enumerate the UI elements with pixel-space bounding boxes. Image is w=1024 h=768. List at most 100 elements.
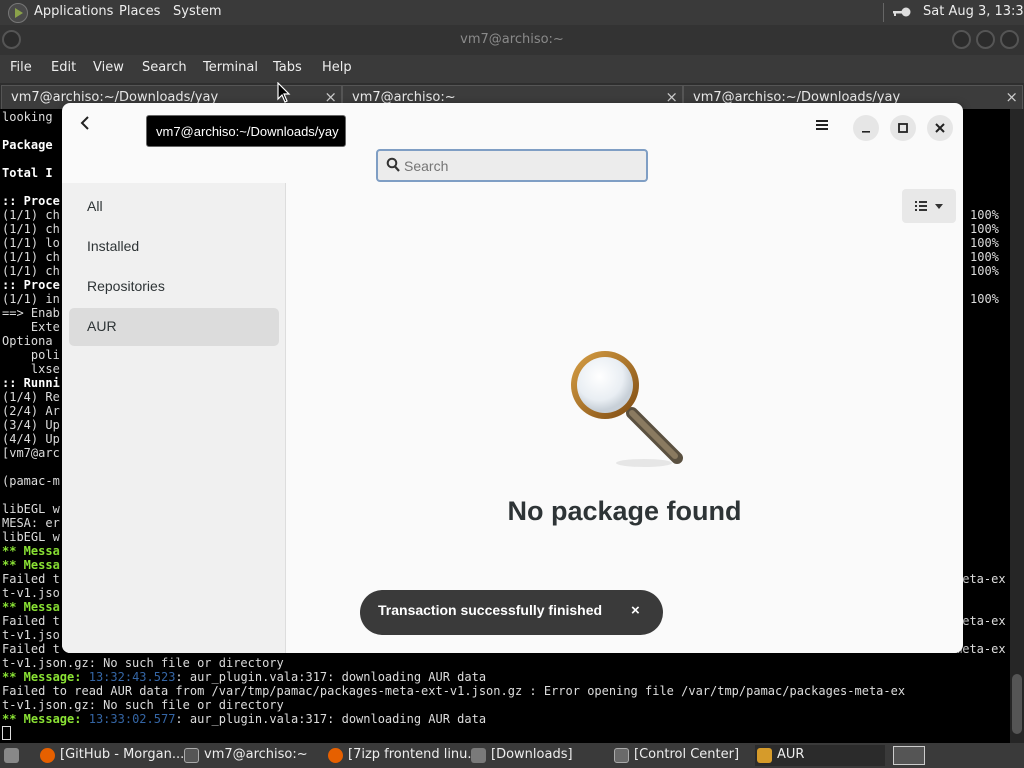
- terminal-line: (1/1) ch: [2, 222, 60, 236]
- menu-help[interactable]: Help: [322, 60, 352, 75]
- terminal-line: (1/1) ch: [2, 208, 60, 222]
- terminal-line: :: Runni: [2, 376, 60, 390]
- show-desktop-button[interactable]: [2, 745, 24, 766]
- terminal-line: libEGL w: [2, 530, 60, 544]
- sidebar-item-repositories[interactable]: Repositories: [69, 268, 279, 306]
- maximize-button[interactable]: [976, 30, 995, 49]
- menu-system[interactable]: System: [173, 4, 221, 19]
- menu-search[interactable]: Search: [142, 60, 187, 75]
- terminal-line: (1/1) ch: [2, 250, 60, 264]
- close-tab-icon[interactable]: ×: [1005, 88, 1018, 106]
- back-button[interactable]: [77, 113, 93, 133]
- terminal-line: ** Messa: [2, 544, 60, 558]
- taskbar-item[interactable]: [Control Center]: [612, 745, 750, 766]
- clock[interactable]: Sat Aug 3, 13:33: [923, 4, 1024, 19]
- terminal-titlebar[interactable]: vm7@archiso:~: [0, 25, 1024, 55]
- mouse-pointer-icon: [277, 81, 291, 108]
- terminal-line: ** Messa: [2, 600, 60, 614]
- window-title: vm7@archiso:~: [460, 32, 564, 47]
- close-button[interactable]: [1000, 30, 1019, 49]
- taskbar-item[interactable]: [GitHub - Morgan...: [38, 745, 184, 766]
- folder-icon: [471, 748, 486, 763]
- taskbar-item[interactable]: [Downloads]: [469, 745, 607, 766]
- terminal-line: [vm7@arc: [2, 446, 60, 460]
- progress-percent: 100%: [970, 236, 999, 250]
- terminal-line: ==> Enab: [2, 306, 60, 320]
- terminal-line: Failed to read AUR data from /var/tmp/pa…: [2, 684, 906, 698]
- search-icon: [386, 157, 400, 177]
- sidebar-item-aur[interactable]: AUR: [69, 308, 279, 346]
- taskbar-item[interactable]: AUR: [755, 745, 885, 766]
- terminal-line: libEGL w: [2, 502, 60, 516]
- terminal-line: Failed t: [2, 642, 60, 656]
- terminal-line: looking: [2, 110, 53, 124]
- minimize-button[interactable]: [853, 115, 879, 141]
- sidebar-item-all[interactable]: All: [69, 188, 279, 226]
- progress-percent: 100%: [970, 208, 999, 222]
- pamac-window: All Installed Repositories AUR No packag…: [62, 103, 963, 653]
- control-center-icon: [614, 748, 629, 763]
- terminal-line: (1/1) in: [2, 292, 60, 306]
- terminal-line: Optiona: [2, 334, 53, 348]
- key-icon[interactable]: [892, 6, 912, 22]
- firefox-icon: [40, 748, 55, 763]
- terminal-icon: [184, 748, 199, 763]
- taskbar-item-label: [GitHub - Morgan...: [60, 747, 185, 762]
- menu-view[interactable]: View: [93, 60, 124, 75]
- terminal-line: t-v1.json.gz: No such file or directory: [2, 656, 284, 670]
- taskbar-item-label: [7izp frontend linu...: [348, 747, 480, 762]
- terminal-scrollbar[interactable]: [1010, 109, 1024, 743]
- scrollbar-thumb[interactable]: [1012, 674, 1022, 734]
- progress-percent: 100%: [970, 264, 999, 278]
- workspace-switcher[interactable]: [893, 746, 925, 765]
- terminal-line: (pamac-m: [2, 474, 60, 488]
- toast-close-icon[interactable]: ×: [631, 602, 640, 619]
- terminal-line: t-v1.jso: [2, 628, 60, 642]
- menu-terminal[interactable]: Terminal: [203, 60, 258, 75]
- package-icon: [757, 748, 772, 763]
- minimize-button[interactable]: [952, 30, 971, 49]
- terminal-line: (1/1) lo: [2, 236, 60, 250]
- view-mode-button[interactable]: [902, 189, 956, 223]
- magnifying-glass-icon: [562, 343, 692, 477]
- terminal-line: (1/1) ch: [2, 264, 60, 278]
- search-input[interactable]: [404, 155, 634, 177]
- terminal-line: (1/4) Re: [2, 390, 60, 404]
- tab-tooltip: vm7@archiso:~/Downloads/yay: [146, 115, 346, 147]
- terminal-line: t-v1.json.gz: No such file or directory: [2, 698, 284, 712]
- terminal-line: MESA: er: [2, 516, 60, 530]
- terminal-line: (3/4) Up: [2, 418, 60, 432]
- maximize-button[interactable]: [890, 115, 916, 141]
- taskbar-item[interactable]: [7izp frontend linu...: [326, 745, 480, 766]
- sidebar-item-installed[interactable]: Installed: [69, 228, 279, 266]
- terminal-menubar: File Edit View Search Terminal Tabs Help: [0, 55, 1024, 83]
- progress-percent: 100%: [970, 222, 999, 236]
- firefox-icon: [328, 748, 343, 763]
- menu-file[interactable]: File: [10, 60, 32, 75]
- empty-state-title: No package found: [507, 496, 742, 526]
- menu-applications[interactable]: Applications: [34, 4, 113, 19]
- taskbar-item-label: AUR: [777, 747, 805, 762]
- search-field[interactable]: [376, 149, 648, 182]
- terminal-line: Failed t: [2, 614, 60, 628]
- sidebar: All Installed Repositories AUR: [62, 183, 286, 653]
- menu-places[interactable]: Places: [119, 4, 160, 19]
- terminal-line: Failed t: [2, 572, 60, 586]
- terminal-line: Exte: [2, 320, 60, 334]
- progress-percent: 100%: [970, 292, 999, 306]
- terminal-line: poli: [2, 348, 60, 362]
- distro-logo-icon[interactable]: [8, 3, 28, 23]
- terminal-line: :: Proce: [2, 194, 60, 208]
- tooltip-text: vm7@archiso:~/Downloads/yay: [156, 124, 339, 139]
- hamburger-menu-icon[interactable]: [815, 117, 829, 136]
- close-button[interactable]: [927, 115, 953, 141]
- chevron-left-icon: [80, 116, 89, 130]
- taskbar-item[interactable]: vm7@archiso:~: [182, 745, 320, 766]
- menu-edit[interactable]: Edit: [51, 60, 76, 75]
- terminal-line: (2/4) Ar: [2, 404, 60, 418]
- taskbar-item-label: vm7@archiso:~: [204, 747, 308, 762]
- menu-tabs[interactable]: Tabs: [273, 60, 302, 75]
- terminal-line: ** Message: 13:32:43.523: aur_plugin.val…: [2, 670, 487, 684]
- list-view-icon: [915, 201, 943, 211]
- toast-message: Transaction successfully finished: [378, 602, 603, 618]
